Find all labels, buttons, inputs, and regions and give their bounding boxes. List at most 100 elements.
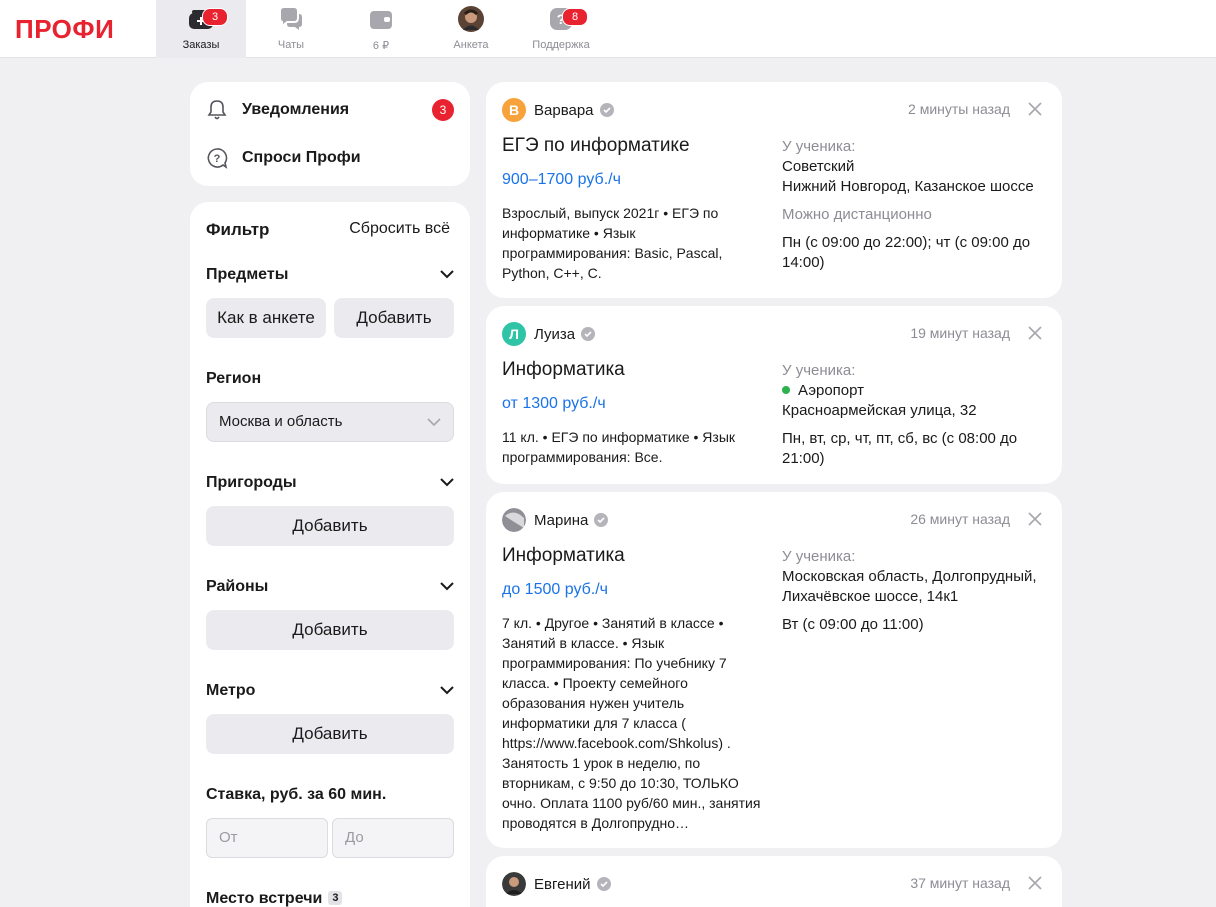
nav-orders[interactable]: 3 Заказы	[156, 0, 246, 58]
verified-icon	[594, 513, 609, 527]
order-subject: Информатика	[502, 545, 625, 566]
chat-icon	[281, 8, 302, 30]
support-badge: 8	[562, 8, 588, 26]
order-client: В Варвара	[502, 98, 614, 122]
meeting-place-count: 3	[328, 891, 343, 905]
order-card[interactable]: Евгений 37 минут назад	[486, 856, 1062, 907]
verified-icon	[599, 103, 614, 117]
order-card[interactable]: В Варвара 2 минуты назад ЕГЭ по информат…	[486, 82, 1062, 298]
svg-text:?: ?	[214, 153, 221, 165]
ask-profi-label: Спроси Профи	[242, 149, 361, 166]
region-title: Регион	[206, 370, 262, 387]
order-time: 26 минут назад	[910, 511, 1010, 527]
notifications-link[interactable]: Уведомления 3	[206, 98, 454, 122]
metro-station-name: Аэропорт	[798, 382, 865, 399]
order-price: до 1500 руб./ч	[502, 581, 609, 598]
region-select[interactable]: Москва и область	[206, 402, 454, 442]
order-schedule: Пн (с 09:00 до 22:00); чт (с 09:00 до 14…	[782, 234, 1031, 271]
reset-filters-button[interactable]: Сбросить всё	[349, 220, 450, 238]
location-area: Советский	[782, 158, 855, 175]
profi-logo[interactable]: ПРОФИ	[15, 14, 114, 45]
meeting-place-title: Место встречи	[206, 890, 323, 907]
location-address: Красноармейская улица, 32	[782, 402, 977, 419]
metro-section-header[interactable]: Метро	[206, 682, 454, 700]
notifications-label: Уведомления	[242, 101, 350, 118]
suburbs-add-button[interactable]: Добавить	[206, 506, 454, 546]
location-label: У ученика:	[782, 362, 856, 379]
order-client: Марина	[502, 508, 609, 532]
nav-chats[interactable]: Чаты	[246, 0, 336, 58]
close-icon[interactable]	[1028, 512, 1042, 526]
notifications-card: Уведомления 3 ? Спроси Профи	[190, 82, 470, 186]
order-time: 37 минут назад	[910, 875, 1010, 891]
profile-avatar-icon	[458, 6, 484, 32]
order-client: Л Луиза	[502, 322, 596, 346]
subjects-add-button[interactable]: Добавить	[334, 298, 454, 338]
location-address: Нижний Новгород, Казанское шоссе	[782, 178, 1034, 195]
metro-add-button[interactable]: Добавить	[206, 714, 454, 754]
order-description: 11 кл. • ЕГЭ по информатике • Язык прогр…	[502, 429, 736, 465]
close-icon[interactable]	[1028, 876, 1042, 890]
subjects-as-profile-button[interactable]: Как в анкете	[206, 298, 326, 338]
nav-wallet[interactable]: 6 ₽	[336, 0, 426, 58]
wallet-icon	[370, 11, 392, 29]
rate-title: Ставка, руб. за 60 мин.	[206, 786, 387, 803]
location-address: Московская область, Долгопрудный, Лихачё…	[782, 568, 1037, 605]
rate-to-input[interactable]: До	[332, 818, 454, 858]
order-card[interactable]: Марина 26 минут назад Информатика до 150…	[486, 492, 1062, 848]
order-description: Взрослый, выпуск 2021г • ЕГЭ по информат…	[502, 205, 723, 281]
chevron-down-icon	[440, 582, 454, 591]
districts-section-header[interactable]: Районы	[206, 578, 454, 596]
client-name: Луиза	[534, 325, 576, 343]
remote-note: Можно дистанционно	[782, 206, 932, 223]
orders-badge: 3	[202, 8, 228, 26]
order-schedule: Вт (с 09:00 до 11:00)	[782, 616, 924, 633]
close-icon[interactable]	[1028, 102, 1042, 116]
location-label: У ученика:	[782, 548, 856, 565]
nav-support-label: Поддержка	[532, 39, 590, 51]
metro-line-dot	[782, 386, 790, 394]
nav-profile[interactable]: Анкета	[426, 0, 516, 58]
subjects-section-header[interactable]: Предметы	[206, 266, 454, 284]
meeting-place-header[interactable]: Место встречи 3	[206, 890, 454, 907]
chevron-down-icon	[440, 478, 454, 487]
client-avatar: Л	[502, 322, 526, 346]
order-card[interactable]: Л Луиза 19 минут назад Информатика от 13…	[486, 306, 1062, 484]
nav-wallet-label: 6 ₽	[372, 40, 390, 52]
subjects-title: Предметы	[206, 266, 289, 283]
chevron-down-icon	[427, 418, 441, 427]
order-time: 19 минут назад	[910, 325, 1010, 341]
order-description: 7 кл. • Другое • Занятий в классе • Заня…	[502, 615, 761, 831]
filter-title: Фильтр	[206, 220, 270, 239]
rate-from-input[interactable]: От	[206, 818, 328, 858]
chevron-down-icon	[440, 686, 454, 695]
chevron-down-icon	[440, 270, 454, 279]
client-name: Марина	[534, 511, 589, 529]
client-avatar	[502, 508, 526, 532]
nav-support[interactable]: ? 8 Поддержка	[516, 0, 606, 58]
bell-icon	[207, 100, 227, 120]
suburbs-title: Пригороды	[206, 474, 297, 491]
metro-title: Метро	[206, 682, 256, 699]
districts-add-button[interactable]: Добавить	[206, 610, 454, 650]
nav-profile-label: Анкета	[453, 39, 489, 51]
suburbs-section-header[interactable]: Пригороды	[206, 474, 454, 492]
ask-profi-link[interactable]: ? Спроси Профи	[206, 146, 454, 170]
order-time: 2 минуты назад	[908, 101, 1010, 117]
question-bubble-icon: ?	[207, 148, 228, 169]
order-location: У ученика: Советский Нижний Новгород, Ка…	[782, 137, 1052, 273]
order-location: У ученика: Аэропорт Красноармейская улиц…	[782, 361, 1052, 469]
order-schedule: Пн, вт, ср, чт, пт, сб, вс (с 08:00 до 2…	[782, 430, 1018, 467]
location-label: У ученика:	[782, 138, 856, 155]
order-location: У ученика: Московская область, Долгопруд…	[782, 547, 1052, 635]
districts-title: Районы	[206, 578, 269, 595]
client-name: Евгений	[534, 875, 591, 893]
verified-icon	[596, 877, 611, 891]
filter-panel: Фильтр Сбросить всё Предметы Как в анкет…	[190, 202, 470, 907]
close-icon[interactable]	[1028, 326, 1042, 340]
order-subject: Информатика	[502, 359, 625, 380]
region-value: Москва и область	[219, 413, 343, 430]
order-client: Евгений	[502, 872, 611, 896]
nav-chats-label: Чаты	[277, 39, 305, 51]
order-subject: ЕГЭ по информатике	[502, 135, 690, 156]
